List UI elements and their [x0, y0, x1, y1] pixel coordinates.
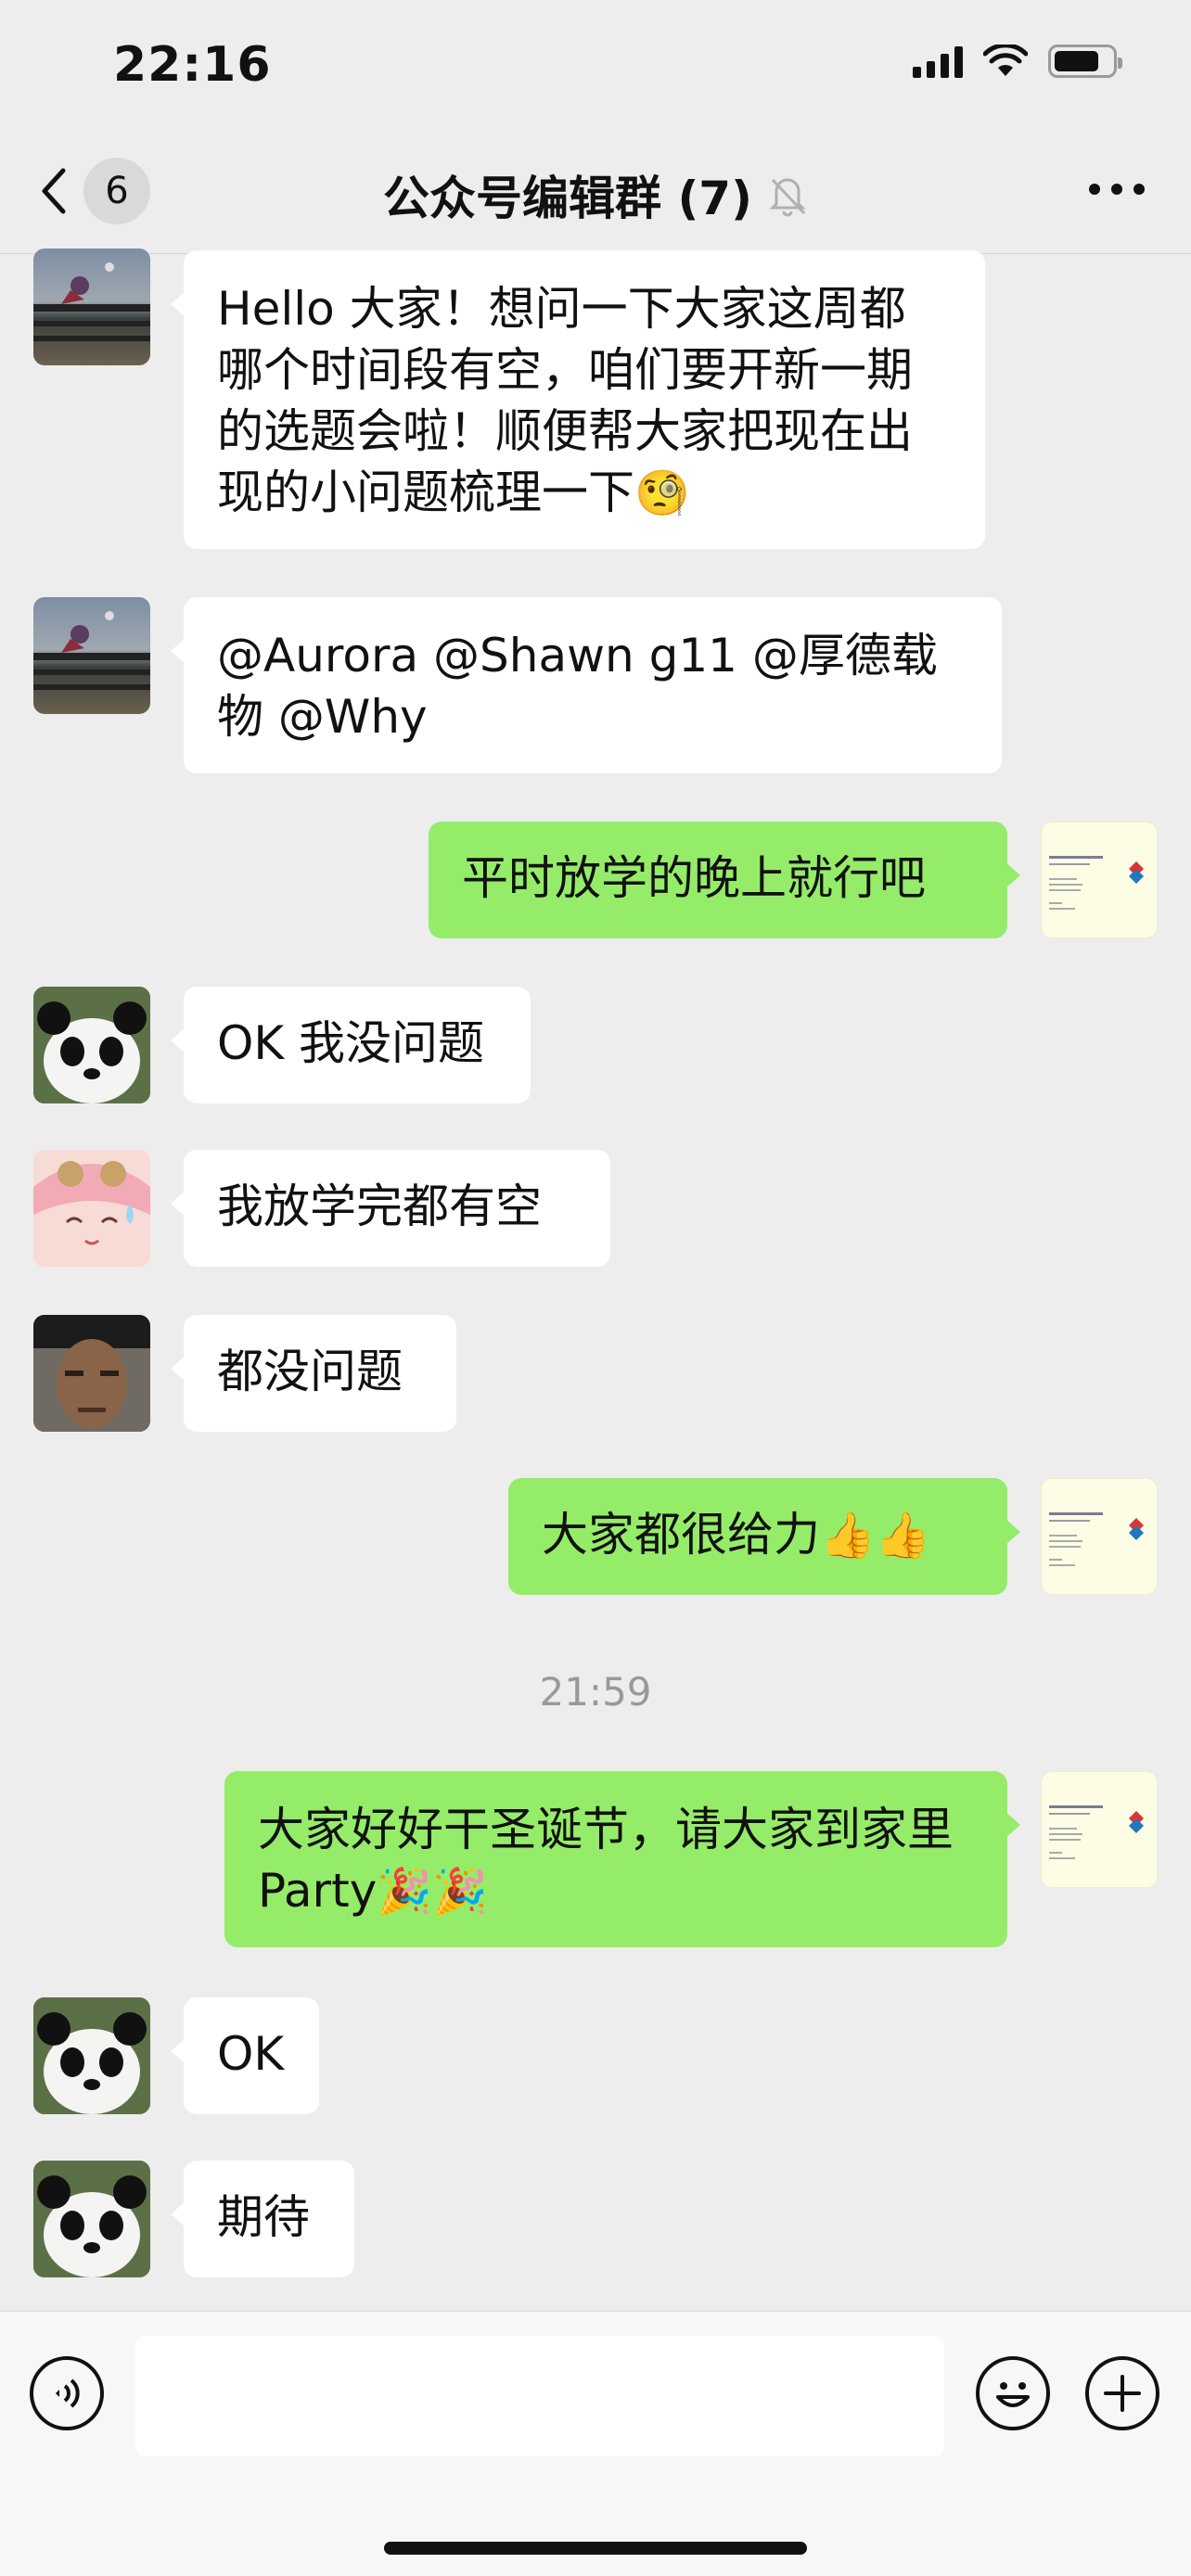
chat-header: 6 公众号编辑群 (7)	[0, 139, 1191, 254]
bell-slash-icon	[769, 178, 806, 217]
anime-girl-avatar-art	[33, 1150, 150, 1267]
man-avatar-art	[33, 1315, 150, 1432]
anime-avatar-art	[33, 611, 150, 690]
avatar[interactable]	[33, 987, 150, 1103]
party-popper-emoji: 🎉🎉	[377, 1866, 488, 1918]
battery-icon	[1048, 45, 1122, 78]
message-bubble[interactable]: 大家好好干圣诞节，请大家到家里 Party🎉🎉	[224, 1771, 1020, 1947]
plus-icon	[1104, 2375, 1141, 2412]
smiley-icon	[996, 2382, 1030, 2407]
message-text: 期待	[217, 2190, 310, 2244]
message-bubble[interactable]: @Aurora @Shawn g11 @厚德载物 @Why	[171, 597, 1002, 773]
more-actions-button[interactable]	[1085, 2356, 1159, 2430]
chat-title[interactable]: 公众号编辑群 (7)	[383, 161, 752, 228]
status-time: 22:16	[113, 37, 272, 93]
message-bubble[interactable]: Hello 大家！想问一下大家这周都哪个时间段有空，咱们要开新一期的选题会啦！顺…	[171, 250, 985, 549]
avatar[interactable]	[1041, 1478, 1158, 1595]
emoji-button[interactable]	[976, 2356, 1050, 2430]
avatar[interactable]	[33, 1315, 150, 1432]
message-bubble[interactable]: 都没问题	[171, 1315, 456, 1432]
thumbs-up-emoji: 👍👍	[820, 1510, 931, 1562]
message-bubble[interactable]: 我放学完都有空	[171, 1150, 610, 1267]
voice-icon	[56, 2378, 80, 2408]
avatar[interactable]	[33, 597, 150, 714]
message-text: OK 我没问题	[217, 1016, 485, 1070]
avatar[interactable]	[33, 1997, 150, 2114]
message-bubble[interactable]: OK 我没问题	[171, 987, 531, 1103]
panda-avatar-art	[33, 1997, 150, 2114]
avatar[interactable]	[1041, 1771, 1158, 1888]
input-bar	[0, 2311, 1191, 2576]
message-text: Hello 大家！想问一下大家这周都哪个时间段有空，咱们要开新一期的选题会啦！顺…	[217, 282, 913, 519]
avatar[interactable]	[33, 1150, 150, 1267]
message-text: 大家好好干圣诞节，请大家到家里 Party	[258, 1803, 954, 1918]
more-options-button[interactable]	[1089, 184, 1145, 195]
message-text: 都没问题	[217, 1345, 403, 1398]
panda-avatar-art	[33, 2161, 150, 2277]
monocle-emoji: 🧐	[634, 467, 690, 519]
time-separator: 21:59	[539, 1669, 652, 1715]
message-bubble[interactable]: 期待	[171, 2161, 354, 2277]
status-bar: 22:16	[0, 0, 1191, 139]
anime-avatar-art	[33, 262, 150, 341]
panda-avatar-art	[33, 987, 150, 1103]
message-text: @Aurora @Shawn g11 @厚德载物 @Why	[217, 629, 938, 744]
message-bubble[interactable]: OK	[171, 1997, 319, 2114]
message-bubble[interactable]: 大家都很给力👍👍	[508, 1478, 1020, 1595]
status-icons	[913, 45, 1122, 78]
avatar[interactable]	[1041, 822, 1158, 938]
home-indicator	[384, 2542, 807, 2555]
cellular-signal-icon	[913, 45, 963, 78]
message-text: 平时放学的晚上就行吧	[462, 851, 926, 905]
avatar[interactable]	[33, 2161, 150, 2277]
message-text: 大家都很给力	[542, 1508, 820, 1562]
voice-input-button[interactable]	[30, 2356, 104, 2430]
message-text: OK	[217, 2027, 285, 2081]
message-input[interactable]	[135, 2336, 944, 2456]
wifi-icon	[983, 45, 1028, 76]
business-card-avatar-art	[1049, 856, 1144, 910]
business-card-avatar-art	[1049, 1512, 1144, 1566]
title-wrap: 公众号编辑群 (7)	[0, 161, 1191, 228]
message-text: 我放学完都有空	[217, 1180, 542, 1233]
avatar[interactable]	[33, 249, 150, 365]
message-bubble[interactable]: 平时放学的晚上就行吧	[429, 822, 1020, 938]
business-card-avatar-art	[1049, 1805, 1144, 1859]
